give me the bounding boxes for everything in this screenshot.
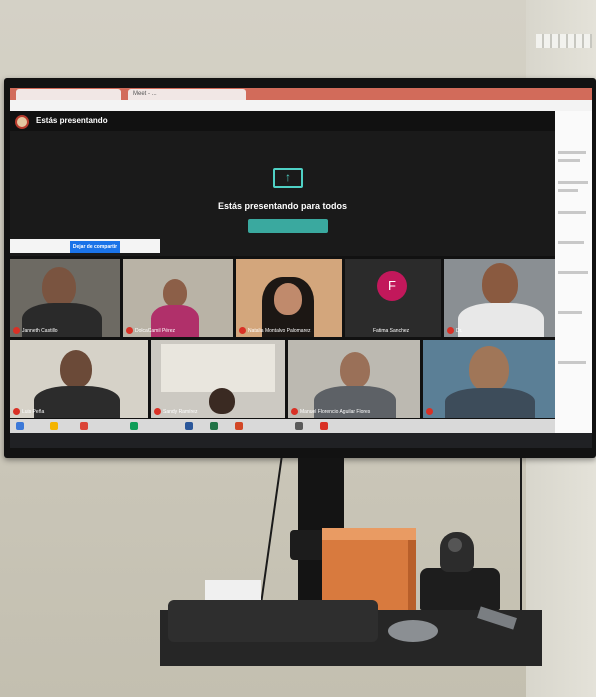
participant-tile[interactable]: Natalia Montalvo Palomarez bbox=[236, 259, 342, 337]
address-bar[interactable] bbox=[10, 100, 592, 111]
message-line bbox=[558, 271, 588, 274]
meeting-details-panel bbox=[555, 111, 592, 433]
participant-name: Fatima Sanchez bbox=[373, 328, 410, 334]
muted-mic-icon bbox=[426, 408, 433, 415]
participant-body bbox=[445, 388, 535, 418]
message-line bbox=[558, 241, 584, 244]
app-icon[interactable] bbox=[320, 422, 328, 430]
participant-name: Dr. bbox=[456, 328, 463, 334]
camera-lens bbox=[448, 538, 462, 552]
air-vent bbox=[536, 34, 592, 48]
soundbar-device bbox=[168, 600, 378, 642]
participant-name: Sandy Ramírez bbox=[163, 409, 198, 415]
word-icon[interactable] bbox=[185, 422, 193, 430]
muted-mic-icon bbox=[13, 327, 20, 334]
message-line bbox=[558, 361, 586, 364]
message-line bbox=[558, 159, 580, 162]
present-screen-icon: ↑ bbox=[273, 168, 303, 188]
cable bbox=[520, 458, 522, 618]
chrome-icon[interactable] bbox=[80, 422, 88, 430]
participant-tile[interactable]: F Fatima Sanchez bbox=[345, 259, 441, 337]
file-explorer-icon[interactable] bbox=[50, 422, 58, 430]
browser-tab-bar: Meet - ... bbox=[10, 88, 592, 100]
school-logo bbox=[15, 115, 29, 129]
participant-face-front bbox=[274, 283, 302, 315]
browser-tab-1[interactable] bbox=[16, 89, 121, 100]
participant-tile[interactable]: Dr. bbox=[444, 259, 555, 337]
meet-window: Estás presentando ↑ Estás presentando pa… bbox=[10, 111, 555, 433]
muted-mic-icon bbox=[126, 327, 133, 334]
meet-header: Estás presentando bbox=[10, 111, 555, 131]
participant-body bbox=[458, 303, 544, 337]
muted-mic-icon bbox=[447, 327, 454, 334]
stop-presenting-button[interactable] bbox=[248, 219, 328, 233]
participant-tile[interactable]: Luis Peña bbox=[10, 340, 148, 418]
start-icon[interactable] bbox=[16, 422, 24, 430]
background-banner bbox=[161, 344, 275, 392]
presenting-message: Estás presentando para todos bbox=[217, 201, 348, 211]
participant-name: Luis Peña bbox=[22, 409, 45, 415]
message-line bbox=[558, 189, 578, 192]
presenting-title: Estás presentando bbox=[36, 116, 108, 125]
participant-body bbox=[34, 386, 120, 418]
camera-base bbox=[420, 568, 500, 610]
message-line bbox=[558, 211, 586, 214]
screen: Meet - ... Estás presentando ↑ Estás pre… bbox=[10, 88, 592, 448]
muted-mic-icon bbox=[239, 327, 246, 334]
participant-tile[interactable]: Sandy Ramírez bbox=[151, 340, 285, 418]
message-line bbox=[558, 181, 588, 184]
muted-mic-icon bbox=[13, 408, 20, 415]
conference-speaker bbox=[388, 620, 438, 642]
message-line bbox=[558, 311, 582, 314]
message-line bbox=[558, 151, 586, 154]
participant-tile[interactable]: Janneth Castillo bbox=[10, 259, 120, 337]
powerpoint-icon[interactable] bbox=[235, 422, 243, 430]
monitor: Meet - ... Estás presentando ↑ Estás pre… bbox=[4, 78, 596, 458]
participant-avatar: F bbox=[377, 271, 407, 301]
muted-mic-icon bbox=[291, 408, 298, 415]
stop-sharing-button[interactable]: Dejar de compartir bbox=[70, 241, 120, 253]
participant-head bbox=[209, 388, 235, 414]
participant-tile[interactable]: Manuel Florencio Aguilar Flores bbox=[288, 340, 420, 418]
participant-face bbox=[163, 279, 187, 307]
participant-name: Manuel Florencio Aguilar Flores bbox=[300, 409, 371, 415]
app-icon[interactable] bbox=[130, 422, 138, 430]
participant-face bbox=[482, 263, 518, 305]
participant-face bbox=[469, 346, 509, 392]
participant-tile[interactable]: DolcaCamil Pérez bbox=[123, 259, 233, 337]
windows-taskbar bbox=[10, 419, 555, 433]
presentation-panel: ↑ Estás presentando para todos Dejar de … bbox=[10, 131, 555, 256]
participant-face bbox=[60, 350, 92, 388]
orange-box-top bbox=[322, 528, 416, 540]
participant-name: DolcaCamil Pérez bbox=[135, 328, 176, 334]
muted-mic-icon bbox=[154, 408, 161, 415]
browser-tab-2[interactable]: Meet - ... bbox=[128, 89, 246, 100]
white-device bbox=[205, 580, 261, 602]
participant-face bbox=[340, 352, 370, 388]
participant-face bbox=[42, 267, 76, 307]
excel-icon[interactable] bbox=[210, 422, 218, 430]
participant-grid: Janneth Castillo DolcaCamil Pérez Natali… bbox=[10, 259, 555, 419]
participant-name: Janneth Castillo bbox=[22, 328, 58, 334]
app-icon[interactable] bbox=[295, 422, 303, 430]
participant-tile[interactable] bbox=[423, 340, 555, 418]
participant-name: Natalia Montalvo Palomarez bbox=[248, 328, 311, 334]
